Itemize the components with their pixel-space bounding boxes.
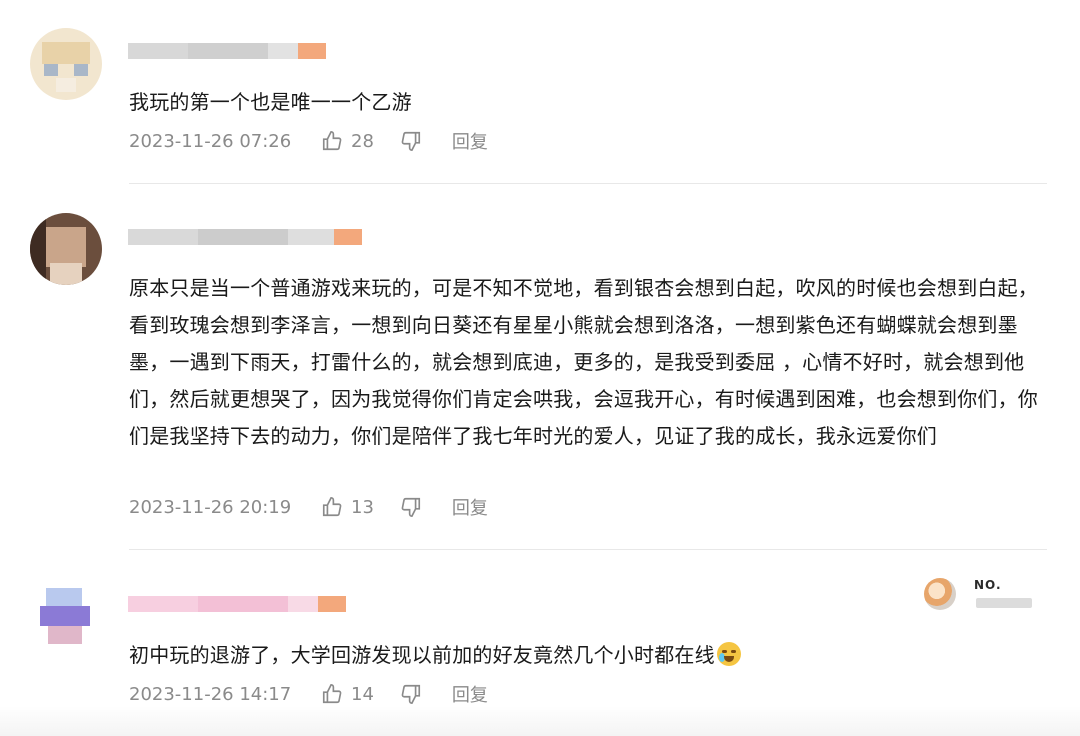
like-button[interactable]: 28 [321,130,374,152]
thumbs-down-icon [401,131,420,151]
badge-icon [924,578,956,610]
reply-button[interactable]: 回复 [452,681,488,707]
thumbs-down-icon [401,497,420,517]
divider [129,549,1047,550]
dislike-button[interactable] [400,496,422,518]
comment-text: 初中玩的退游了，大学回游发现以前加的好友竟然几个小时都在线 [129,637,1049,674]
crying-face-icon [716,642,741,666]
comment-text-body: 初中玩的退游了，大学回游发现以前加的好友竟然几个小时都在线 [129,643,715,667]
comment-time: 2023-11-26 14:17 [129,683,292,705]
comment-time: 2023-11-26 07:26 [129,130,292,152]
comment-meta: 2023-11-26 14:17 14 回复 [129,681,488,707]
like-button[interactable]: 14 [321,683,374,705]
bottom-fade [0,706,1080,736]
avatar[interactable] [30,213,102,285]
comment-text: 原本只是当一个普通游戏来玩的，可是不知不觉地，看到银杏会想到白起，吹风的时候也会… [129,276,1038,448]
comment-text: 我玩的第一个也是唯一一个乙游 [129,90,412,114]
comment-meta: 2023-11-26 07:26 28 回复 [129,128,488,154]
dislike-button[interactable] [400,683,422,705]
avatar[interactable] [30,580,102,652]
thumbs-down-icon [401,684,420,704]
like-count: 28 [351,130,374,152]
comment-time: 2023-11-26 20:19 [129,496,292,518]
thumbs-up-icon [322,497,342,517]
username-blurred[interactable] [128,229,362,245]
avatar[interactable] [30,28,102,100]
like-count: 13 [351,496,374,518]
fan-badge[interactable]: NO. [920,574,1040,614]
divider [129,183,1047,184]
reply-button[interactable]: 回复 [452,494,488,520]
thumbs-up-icon [322,684,342,704]
dislike-button[interactable] [400,130,422,152]
badge-label: NO. [974,578,1002,592]
reply-button[interactable]: 回复 [452,128,488,154]
username-blurred[interactable] [128,596,346,612]
like-count: 14 [351,683,374,705]
like-button[interactable]: 13 [321,496,374,518]
badge-number-blurred [976,598,1032,608]
comment-meta: 2023-11-26 20:19 13 回复 [129,494,488,520]
thumbs-up-icon [322,131,342,151]
username-blurred[interactable] [128,43,326,59]
